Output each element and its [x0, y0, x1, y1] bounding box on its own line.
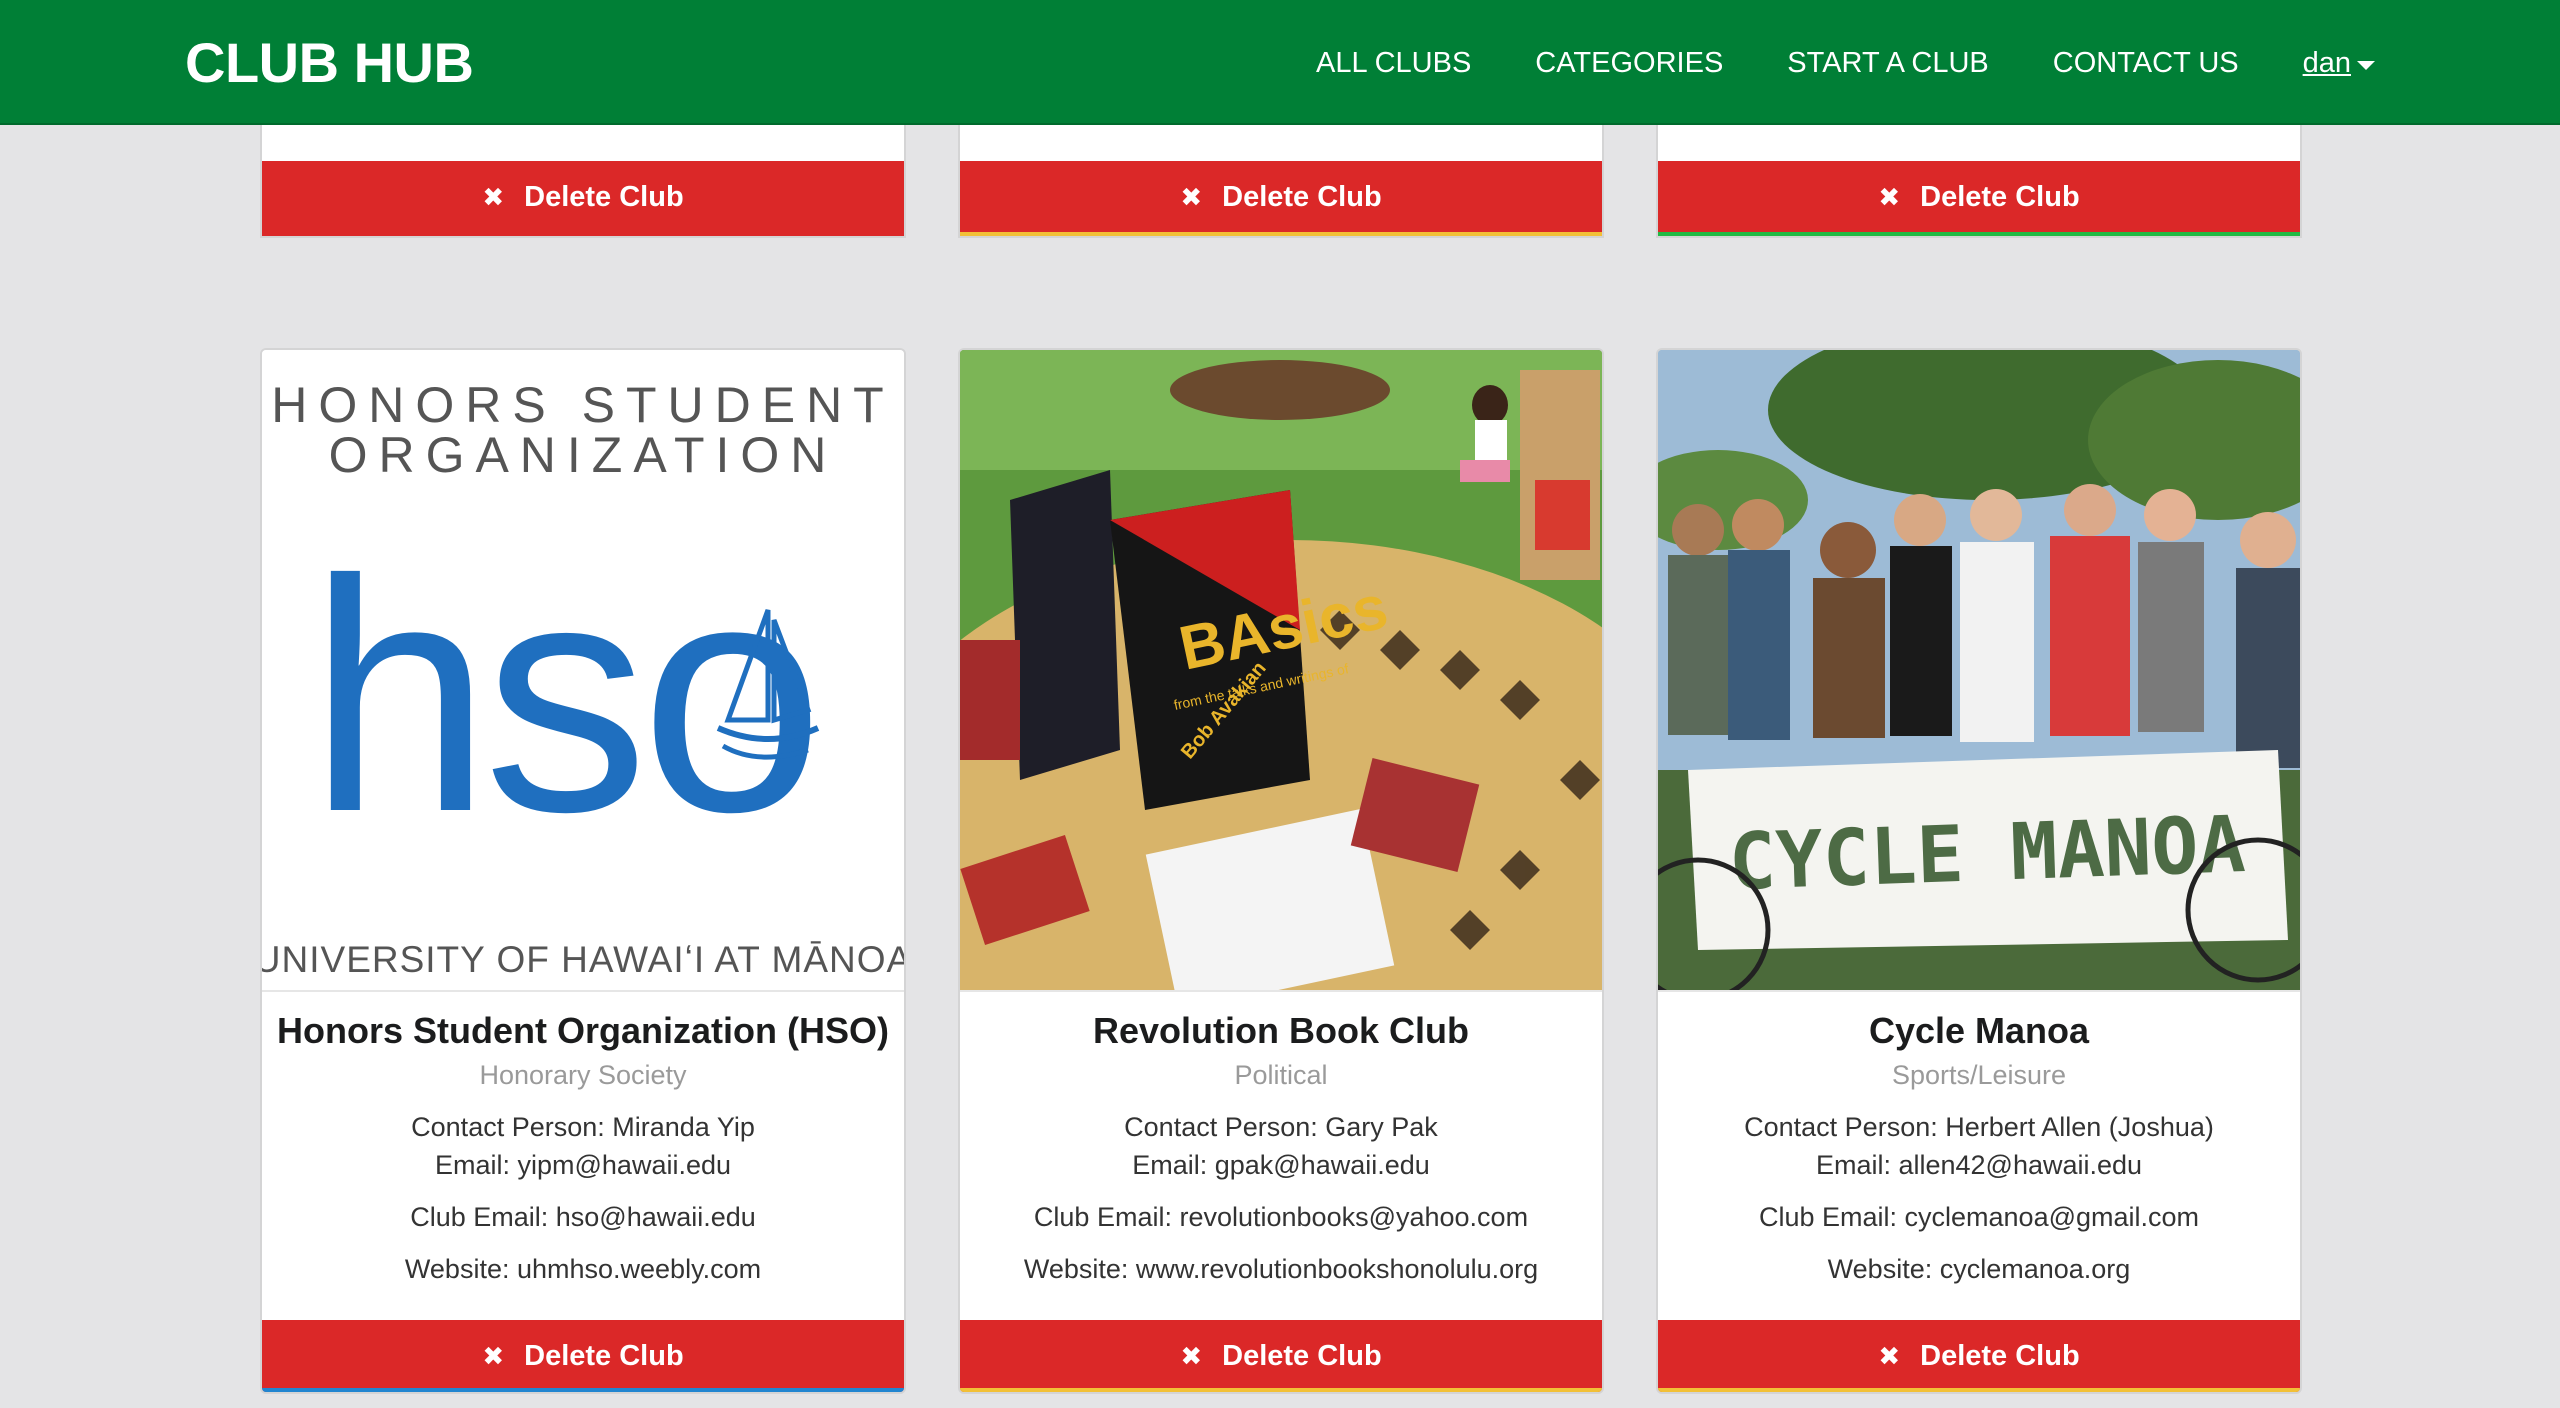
nav-contact-us[interactable]: CONTACT US: [2053, 42, 2239, 84]
club-card-revolution-book-club: BAsics from the talks and writings of Bo…: [958, 348, 1604, 1394]
logo-line-1: HONORS STUDENT: [271, 377, 894, 433]
contact-person: Contact Person: Miranda Yip: [411, 1112, 755, 1142]
club-category: Honorary Society: [479, 1060, 687, 1090]
contact-email: Email: yipm@hawaii.edu: [434, 1150, 732, 1180]
club-category: Sports/Leisure: [1891, 1060, 2067, 1090]
delete-club-label: Delete Club: [1222, 180, 1382, 213]
delete-club-button[interactable]: ✖ Delete Club: [262, 1320, 904, 1392]
club-website[interactable]: Website: uhmhso.weebly.com: [262, 1250, 904, 1288]
club-card-hso: HONORS STUDENT ORGANIZATION hso UNIVERSI…: [260, 348, 906, 1394]
contact-person: Contact Person: Herbert Allen (Joshua): [1744, 1112, 2214, 1142]
delete-club-label: Delete Club: [1920, 180, 2080, 213]
group-photo: CYCLE MANOA: [1658, 350, 2300, 990]
delete-club-button[interactable]: ✖ Delete Club: [1658, 1320, 2300, 1392]
card-content: Honors Student Organization (HSO) Honora…: [262, 994, 904, 1288]
contact-email: Email: gpak@hawaii.edu: [1132, 1150, 1430, 1180]
delete-club-label: Delete Club: [524, 1339, 684, 1372]
nav-categories[interactable]: CATEGORIES: [1535, 42, 1723, 84]
card-content: Revolution Book Club Political Contact P…: [960, 994, 1602, 1288]
nav-start-a-club[interactable]: START A CLUB: [1787, 42, 1988, 84]
contact-person: Contact Person: Gary Pak: [1124, 1112, 1438, 1142]
club-email: Club Email: hso@hawaii.edu: [410, 1202, 756, 1232]
logo-footer: UNIVERSITY OF HAWAIʻI AT MĀNOA: [262, 939, 904, 980]
delete-club-label: Delete Club: [524, 180, 684, 213]
delete-club-button[interactable]: ✖ Delete Club: [960, 161, 1602, 233]
close-icon: ✖: [1878, 1341, 1901, 1371]
club-card-cycle-manoa: CYCLE MANOA Cycle Manoa Sports/Leisure C…: [1656, 348, 2302, 1394]
close-icon: ✖: [1180, 1341, 1203, 1371]
navbar: CLUB HUB ALL CLUBS CATEGORIES START A CL…: [0, 0, 2560, 125]
logo-mark: hso: [308, 511, 816, 880]
close-icon: ✖: [1180, 182, 1203, 212]
club-category: Political: [1234, 1060, 1328, 1090]
contact-email: Email: allen42@hawaii.edu: [1815, 1150, 2143, 1180]
club-email: Club Email: cyclemanoa@gmail.com: [1758, 1202, 2200, 1232]
delete-club-button[interactable]: ✖ Delete Club: [960, 1320, 1602, 1392]
delete-club-button[interactable]: ✖ Delete Club: [262, 161, 904, 233]
user-name: dan: [2302, 47, 2351, 79]
card-accent-bar: [262, 232, 904, 236]
club-photo: CYCLE MANOA: [1658, 350, 2300, 992]
logo-line-2: ORGANIZATION: [329, 427, 838, 483]
club-website[interactable]: Website: cyclemanoa.org: [1658, 1250, 2300, 1288]
club-email: Club Email: revolutionbooks@yahoo.com: [1033, 1202, 1529, 1232]
card-accent-bar: [960, 232, 1602, 236]
close-icon: ✖: [1878, 182, 1901, 212]
card-accent-bar: [960, 1388, 1602, 1392]
nav-all-clubs[interactable]: ALL CLUBS: [1316, 42, 1471, 84]
user-dropdown[interactable]: dan: [2303, 42, 2375, 84]
book-table-photo: BAsics from the talks and writings of Bo…: [960, 350, 1602, 990]
club-title[interactable]: Cycle Manoa: [1658, 1008, 2300, 1054]
nav-menu: ALL CLUBS CATEGORIES START A CLUB CONTAC…: [1316, 42, 2375, 84]
close-icon: ✖: [482, 1341, 505, 1371]
hso-logo: HONORS STUDENT ORGANIZATION hso UNIVERSI…: [262, 377, 904, 980]
club-logo-image: HONORS STUDENT ORGANIZATION hso UNIVERSI…: [262, 350, 904, 992]
caret-down-icon: [2357, 60, 2375, 70]
delete-club-label: Delete Club: [1920, 1339, 2080, 1372]
card-accent-bar: [1658, 232, 2300, 236]
delete-club-label: Delete Club: [1222, 1339, 1382, 1372]
club-title[interactable]: Revolution Book Club: [960, 1008, 1602, 1054]
card-accent-bar: [1658, 1388, 2300, 1392]
close-icon: ✖: [482, 182, 505, 212]
club-title[interactable]: Honors Student Organization (HSO): [262, 1008, 904, 1054]
card-accent-bar: [262, 1388, 904, 1392]
club-photo: BAsics from the talks and writings of Bo…: [960, 350, 1602, 992]
club-website[interactable]: Website: www.revolutionbookshonolulu.org: [960, 1250, 1602, 1288]
delete-club-button[interactable]: ✖ Delete Club: [1658, 161, 2300, 233]
brand-logo[interactable]: CLUB HUB: [185, 30, 474, 96]
banner-text: CYCLE MANOA: [1727, 800, 2246, 908]
card-content: Cycle Manoa Sports/Leisure Contact Perso…: [1658, 994, 2300, 1288]
